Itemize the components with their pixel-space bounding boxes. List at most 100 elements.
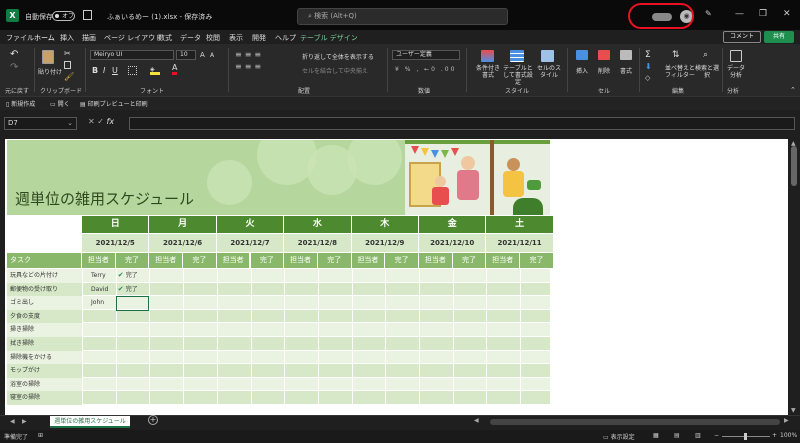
confirm-icon[interactable]: ✓ <box>97 117 106 126</box>
tab-developer[interactable]: 開発 <box>252 33 266 43</box>
new-button[interactable]: ▯ 新規作成 <box>6 99 35 108</box>
font-color-icon[interactable]: A <box>172 64 178 75</box>
zoom-level[interactable]: 100% <box>780 432 797 439</box>
cancel-icon[interactable]: ✕ <box>88 117 97 126</box>
cell-styles-button[interactable]: セルのスタイル <box>536 65 562 79</box>
clear-icon[interactable]: ◇ <box>645 74 650 82</box>
fx-icon[interactable]: fx <box>107 117 115 126</box>
tab-insert[interactable]: 挿入 <box>60 33 74 43</box>
hscroll-left-icon[interactable]: ◀ <box>474 417 479 424</box>
format-painter-icon[interactable]: 🖌 <box>64 72 74 81</box>
font-grow-icon[interactable]: A <box>200 51 205 59</box>
save-icon[interactable] <box>83 10 92 20</box>
zoom-in-icon[interactable]: + <box>772 432 777 439</box>
delete-cells-button[interactable]: 削除 <box>598 66 610 75</box>
sheet-tab-schedule[interactable]: 週単位の雑用スケジュール <box>50 416 130 428</box>
find-select-icon[interactable]: ⌕ <box>703 50 708 60</box>
tab-help[interactable]: ヘルプ <box>275 33 296 43</box>
tab-formulas[interactable]: 数式 <box>158 33 172 43</box>
insert-cells-icon[interactable] <box>576 50 588 60</box>
page-layout-view-icon[interactable]: ▤ <box>674 432 680 439</box>
vertical-scroll-thumb[interactable] <box>791 146 797 186</box>
add-sheet-button[interactable]: + <box>148 415 158 425</box>
data-analysis-icon[interactable] <box>730 50 742 62</box>
format-as-table-button[interactable]: テーブルとして書式設定 <box>501 65 535 86</box>
sort-filter-button[interactable]: 並べ替えとフィルター <box>664 65 696 79</box>
italic-icon[interactable]: I <box>103 66 105 75</box>
name-box[interactable]: D7 ⌄ <box>4 117 77 130</box>
worksheet[interactable]: 週単位の雑用スケジュール 日 2021/12/5 担当者 完了月 2021/12/6 担当… <box>5 139 788 415</box>
number-format-select[interactable]: ユーザー定義 <box>392 50 460 60</box>
find-select-button[interactable]: 検索と選択 <box>694 65 720 79</box>
zoom-out-icon[interactable]: − <box>714 432 719 439</box>
collapse-ribbon-icon[interactable]: ⌃ <box>790 86 796 94</box>
cut-icon[interactable]: ✂ <box>64 49 71 58</box>
pen-icon[interactable]: ✎ <box>705 9 712 18</box>
horizontal-scrollbar[interactable] <box>490 419 780 425</box>
format-as-table-icon[interactable] <box>510 50 524 62</box>
page-break-view-icon[interactable]: ▥ <box>695 432 701 439</box>
scroll-down-icon[interactable]: ▼ <box>791 407 796 414</box>
search-box[interactable]: ⌕ 検索 (Alt+Q) <box>297 8 508 25</box>
font-shrink-icon[interactable]: A <box>210 52 214 59</box>
assignee-cell[interactable]: Terry <box>91 269 106 282</box>
tab-file[interactable]: ファイル <box>6 33 34 43</box>
done-cell[interactable]: 完了 <box>126 269 138 282</box>
sort-filter-icon[interactable]: ⇅ <box>672 50 680 60</box>
merge-center-button[interactable]: セルを結合して中央揃え <box>302 66 368 75</box>
font-size-select[interactable]: 10 <box>176 50 196 60</box>
share-button[interactable]: 共有 <box>764 31 794 43</box>
tab-draw[interactable]: 描画 <box>82 33 96 43</box>
insert-cells-button[interactable]: 挿入 <box>576 66 588 75</box>
next-sheet-icon[interactable]: ▶ <box>22 418 27 425</box>
conditional-format-icon[interactable] <box>481 50 494 62</box>
comment-button[interactable]: コメント <box>723 31 761 43</box>
scroll-up-icon[interactable]: ▲ <box>791 140 796 147</box>
done-cell[interactable]: 完了 <box>126 283 138 296</box>
prev-sheet-icon[interactable]: ◀ <box>10 418 15 425</box>
selected-cell[interactable] <box>115 296 150 311</box>
delete-cells-icon[interactable] <box>598 50 610 60</box>
font-name-select[interactable]: Meiryo UI <box>90 50 174 60</box>
undo-icon[interactable]: ↶ <box>10 49 18 60</box>
print-preview-button[interactable]: ▤ 印刷プレビューと印刷 <box>80 99 148 108</box>
wrap-text-button[interactable]: 折り返して全体を表示する <box>302 52 374 61</box>
formula-input[interactable] <box>129 117 795 130</box>
fill-icon[interactable]: ⬇ <box>645 62 652 71</box>
bold-icon[interactable]: B <box>92 66 98 75</box>
accessibility-icon[interactable]: ⊞ <box>38 432 43 439</box>
data-analysis-button[interactable]: データ分析 <box>726 65 746 79</box>
restore-button[interactable]: ❐ <box>759 9 767 19</box>
conditional-format-button[interactable]: 条件付き書式 <box>474 65 502 79</box>
border-icon[interactable] <box>128 66 137 75</box>
minimize-button[interactable]: — <box>735 9 744 19</box>
file-name[interactable]: ふぁいるめー (1).xlsx - 保存済み <box>107 12 212 22</box>
tab-page-layout[interactable]: ページ レイアウト <box>104 33 162 43</box>
format-cells-button[interactable]: 書式 <box>620 66 632 75</box>
redo-icon[interactable]: ↷ <box>10 62 18 73</box>
autosum-icon[interactable]: Σ <box>645 50 651 60</box>
assignee-cell[interactable]: David <box>91 283 108 296</box>
zoom-slider-thumb[interactable] <box>744 433 747 440</box>
underline-icon[interactable]: U <box>112 66 118 75</box>
paste-button[interactable]: 貼り付け <box>38 67 62 76</box>
horizontal-align-icons[interactable]: ≡≡≡ <box>235 62 264 71</box>
vertical-align-icons[interactable]: ≡≡≡ <box>235 50 264 59</box>
format-cells-icon[interactable] <box>620 50 632 60</box>
open-button[interactable]: ▭ 開く <box>50 99 70 108</box>
cell-styles-icon[interactable] <box>541 50 554 62</box>
number-format-icons[interactable]: ¥ % , ←0 .00 <box>395 66 456 73</box>
tab-table-design[interactable]: テーブル デザイン <box>300 33 358 43</box>
copy-icon[interactable] <box>64 61 71 69</box>
normal-view-icon[interactable]: ▦ <box>653 432 659 439</box>
hscroll-right-icon[interactable]: ▶ <box>784 417 789 424</box>
autosave-toggle[interactable]: オフ <box>52 11 75 21</box>
tab-data[interactable]: データ <box>180 33 201 43</box>
assignee-cell[interactable]: John <box>91 296 104 309</box>
fill-color-icon[interactable]: ◈ <box>150 66 160 75</box>
tab-review[interactable]: 校閲 <box>206 33 220 43</box>
close-button[interactable]: ✕ <box>783 9 791 19</box>
paste-icon[interactable] <box>42 50 54 64</box>
display-settings-button[interactable]: ▭ 表示設定 <box>603 432 635 441</box>
tab-view[interactable]: 表示 <box>229 33 243 43</box>
